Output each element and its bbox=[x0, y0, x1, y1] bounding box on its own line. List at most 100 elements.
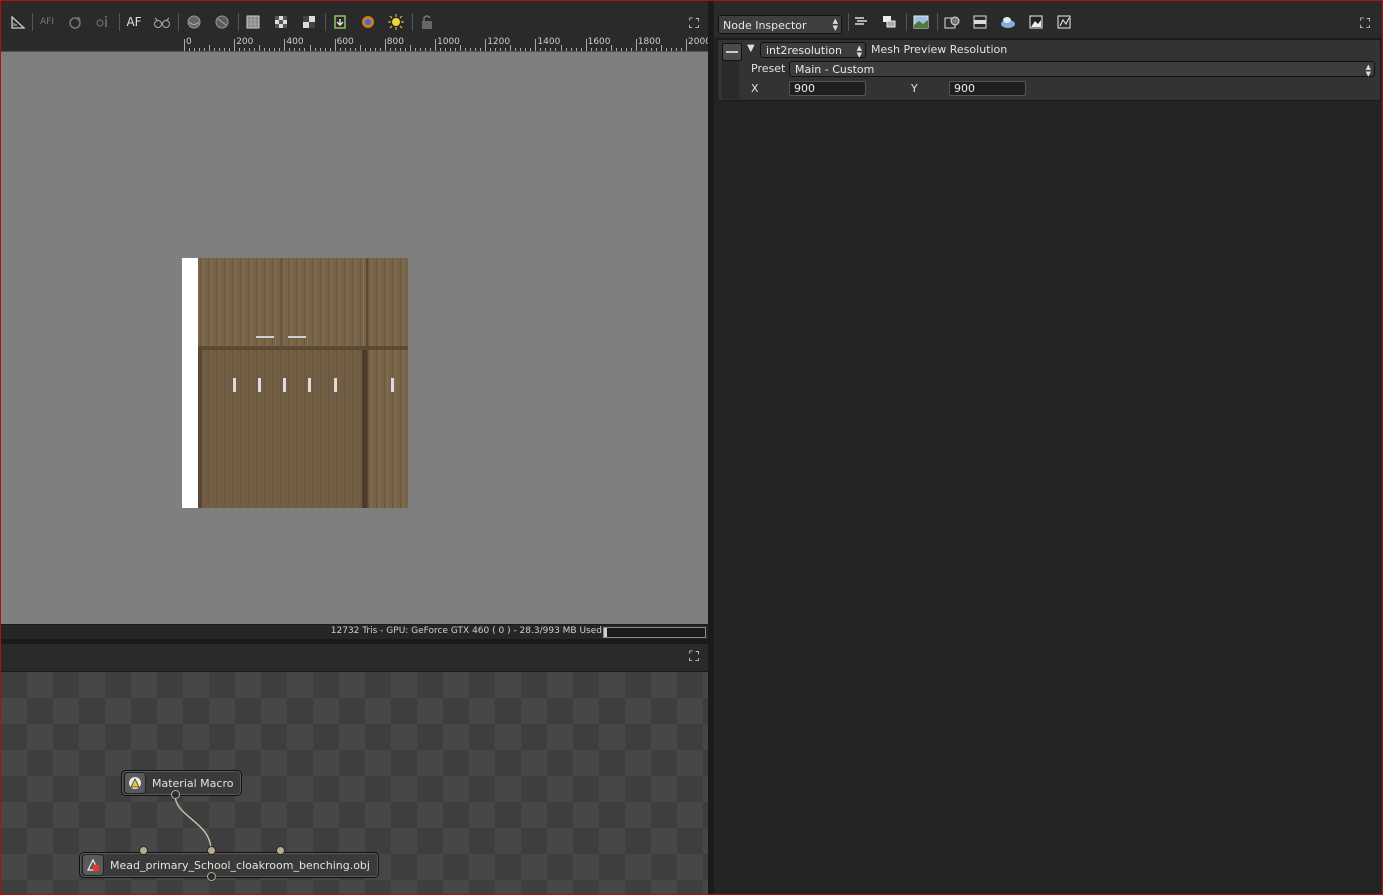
expand-icon[interactable]: ⛶ bbox=[1358, 17, 1372, 31]
ruler-tick bbox=[595, 48, 597, 51]
ruler-tick bbox=[299, 48, 301, 51]
layers-icon[interactable] bbox=[851, 12, 871, 32]
inspector-dropdown-label: Node Inspector bbox=[723, 19, 807, 32]
ruler-tick bbox=[640, 48, 642, 51]
sphere-alt-icon[interactable] bbox=[212, 12, 232, 32]
x-field[interactable]: 900 bbox=[789, 81, 866, 96]
ruler-tick bbox=[655, 48, 657, 51]
ruler-tick bbox=[635, 39, 637, 51]
y-field[interactable]: 900 bbox=[949, 81, 1026, 96]
render-icon[interactable] bbox=[942, 12, 962, 32]
ruler-tick bbox=[470, 48, 472, 51]
ruler-tick bbox=[274, 48, 276, 51]
ruler-tick bbox=[435, 39, 436, 51]
output-port[interactable] bbox=[171, 790, 180, 799]
node-flow-pane: ⛶ Material Macro Mead_primary_School_clo… bbox=[1, 644, 708, 894]
glasses-icon[interactable] bbox=[152, 12, 172, 32]
ruler-tick bbox=[630, 48, 632, 51]
output-port[interactable] bbox=[207, 872, 216, 881]
color-picker-icon[interactable] bbox=[358, 12, 378, 32]
input-port[interactable] bbox=[276, 846, 285, 855]
ruler-label: 0 bbox=[186, 37, 192, 47]
ruler-tick bbox=[304, 48, 306, 51]
ruler-tick bbox=[269, 48, 271, 51]
ruler-tick bbox=[424, 48, 426, 51]
x-label: X bbox=[751, 82, 759, 95]
ruler-label: 600 bbox=[336, 37, 354, 47]
node-obj-loader[interactable]: Mead_primary_School_cloakroom_benching.o… bbox=[79, 852, 379, 878]
ruler-tick bbox=[309, 45, 311, 51]
collapse-all-button[interactable] bbox=[722, 43, 742, 61]
ruler-tick bbox=[414, 48, 416, 51]
ruler-tick bbox=[510, 45, 512, 51]
light-icon[interactable] bbox=[386, 12, 406, 32]
ruler-tick bbox=[419, 48, 421, 51]
ruler-tick bbox=[324, 48, 326, 51]
node-material-macro[interactable]: Material Macro bbox=[121, 770, 243, 796]
lock-icon[interactable] bbox=[417, 12, 437, 32]
parameter-panel: ▼ int2resolution ▲ ▼ Mesh Preview Resolut… bbox=[717, 39, 1381, 101]
ruler-tick bbox=[379, 48, 381, 51]
flow-canvas[interactable]: Material Macro Mead_primary_School_cloak… bbox=[1, 672, 708, 894]
input-port[interactable] bbox=[207, 846, 216, 855]
ruler-tick bbox=[404, 48, 406, 51]
ruler-tick bbox=[219, 48, 221, 51]
input-port[interactable] bbox=[139, 846, 148, 855]
mesh-preview bbox=[182, 258, 408, 508]
photo-icon[interactable] bbox=[1026, 12, 1046, 32]
ruler-label: 1800 bbox=[637, 37, 661, 47]
ruler-label: 800 bbox=[386, 37, 404, 47]
ruler-label: 1400 bbox=[537, 37, 561, 47]
ruler-tick bbox=[445, 48, 447, 51]
ruler-tick bbox=[575, 48, 577, 51]
checker-fill-icon[interactable] bbox=[243, 12, 263, 32]
inspector-dropdown[interactable]: Node Inspector ▲ ▼ bbox=[718, 15, 842, 34]
expand-icon[interactable]: ⛶ bbox=[687, 650, 701, 664]
cloud-icon[interactable] bbox=[998, 12, 1018, 32]
image-icon[interactable] bbox=[911, 12, 931, 32]
ruler-tick bbox=[625, 48, 627, 51]
ruler-icon[interactable] bbox=[8, 12, 28, 32]
info-icon[interactable] bbox=[93, 12, 113, 32]
param-type-dropdown[interactable]: int2resolution ▲ ▼ bbox=[760, 42, 866, 59]
ruler-tick bbox=[234, 39, 236, 51]
ruler-tick bbox=[374, 48, 376, 51]
bar-icon[interactable] bbox=[970, 12, 990, 32]
graph-icon[interactable] bbox=[1054, 12, 1074, 32]
disclosure-triangle-icon[interactable]: ▼ bbox=[747, 43, 755, 54]
ruler-tick bbox=[319, 48, 321, 51]
ruler-tick bbox=[254, 48, 256, 51]
import-icon[interactable] bbox=[330, 12, 350, 32]
ruler-tick bbox=[314, 48, 316, 51]
preset-label: Preset bbox=[751, 62, 786, 75]
ruler-tick bbox=[535, 39, 537, 51]
ruler-tick bbox=[495, 48, 497, 51]
ruler-tick bbox=[645, 48, 647, 51]
ruler-tick bbox=[465, 48, 467, 51]
ruler-tick bbox=[670, 48, 672, 51]
flow-header: ⛶ bbox=[1, 644, 708, 672]
stack-icon[interactable] bbox=[879, 12, 899, 32]
af-filter-icon[interactable]: AFI bbox=[37, 12, 57, 32]
ruler-tick bbox=[394, 48, 396, 51]
param-type-label: int2resolution bbox=[766, 44, 842, 57]
checker-icon[interactable] bbox=[271, 12, 291, 32]
ruler-tick bbox=[525, 48, 527, 51]
preset-dropdown[interactable]: Main - Custom ▲ ▼ bbox=[789, 61, 1375, 78]
expand-icon[interactable]: ⛶ bbox=[687, 17, 701, 31]
node-inspector-pane: Node Inspector ▲ ▼ ⛶ ▼ int2resolution ▲ … bbox=[714, 1, 1382, 894]
ruler-tick bbox=[550, 48, 552, 51]
rotate-icon[interactable] bbox=[65, 12, 85, 32]
ruler-tick bbox=[239, 48, 241, 51]
checker-small-icon[interactable] bbox=[299, 12, 319, 32]
3d-viewport[interactable] bbox=[1, 52, 708, 624]
ruler-tick bbox=[189, 48, 191, 51]
ruler-tick bbox=[565, 48, 567, 51]
node-label: Material Macro bbox=[152, 776, 234, 790]
ruler-tick bbox=[329, 48, 331, 51]
af-icon[interactable]: AF bbox=[124, 12, 144, 32]
ruler-tick bbox=[665, 48, 667, 51]
ruler-tick bbox=[675, 48, 677, 51]
preset-value: Main - Custom bbox=[795, 63, 875, 76]
sphere-icon[interactable] bbox=[184, 12, 204, 32]
